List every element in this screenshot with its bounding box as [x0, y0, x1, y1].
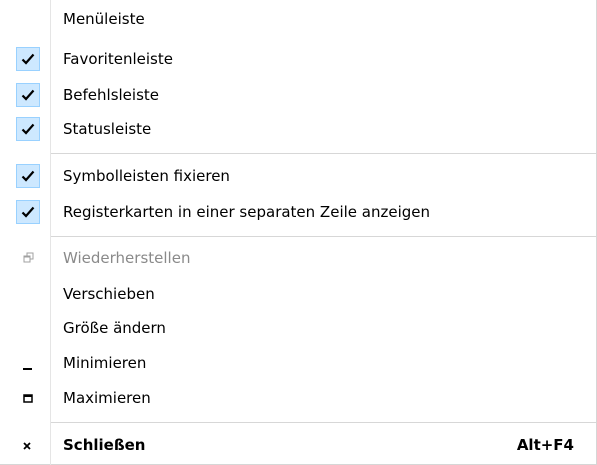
- menu-item-menueleiste[interactable]: Menüleiste: [0, 2, 596, 36]
- menu-item-label: Minimieren: [63, 354, 147, 372]
- menu-item-verschieben[interactable]: Verschieben: [0, 277, 596, 311]
- menu-item-wiederherstellen: Wiederherstellen: [0, 241, 596, 275]
- context-menu: Menüleiste Favoritenleiste Befehlsleiste…: [0, 0, 597, 465]
- menu-item-groesse-aendern[interactable]: Größe ändern: [0, 311, 596, 345]
- maximize-icon: [16, 386, 40, 410]
- menu-item-registerkarten-separate-zeile[interactable]: Registerkarten in einer separaten Zeile …: [0, 195, 596, 229]
- menu-separator: [51, 422, 596, 423]
- menu-item-statusleiste[interactable]: Statusleiste: [0, 112, 596, 146]
- menu-item-label: Statusleiste: [63, 120, 152, 138]
- checkmark-icon: [16, 117, 40, 141]
- close-icon: [16, 433, 40, 457]
- menu-item-label: Menüleiste: [63, 10, 145, 28]
- checkmark-icon: [16, 200, 40, 224]
- checkmark-icon: [16, 164, 40, 188]
- menu-item-label: Wiederherstellen: [63, 249, 191, 267]
- menu-item-label: Favoritenleiste: [63, 50, 173, 68]
- menu-item-label: Registerkarten in einer separaten Zeile …: [63, 203, 430, 221]
- menu-item-schliessen[interactable]: Schließen Alt+F4: [0, 428, 596, 462]
- menu-item-label: Befehlsleiste: [63, 86, 160, 104]
- menu-item-symbolleisten-fixieren[interactable]: Symbolleisten fixieren: [0, 159, 596, 193]
- menu-item-label: Verschieben: [63, 285, 155, 303]
- checkmark-icon: [16, 47, 40, 71]
- menu-item-label: Symbolleisten fixieren: [63, 167, 230, 185]
- menu-item-favoritenleiste[interactable]: Favoritenleiste: [0, 42, 596, 76]
- shortcut-label: Alt+F4: [516, 436, 574, 454]
- menu-item-label: Maximieren: [63, 389, 151, 407]
- restore-icon: [16, 246, 40, 270]
- menu-separator: [51, 153, 596, 154]
- menu-separator: [51, 236, 596, 237]
- menu-item-befehlsleiste[interactable]: Befehlsleiste: [0, 78, 596, 112]
- menu-item-minimieren[interactable]: Minimieren: [0, 346, 596, 380]
- checkmark-icon: [16, 83, 40, 107]
- menu-item-label: Schließen: [63, 436, 146, 454]
- menu-item-label: Größe ändern: [63, 319, 166, 337]
- menu-item-maximieren[interactable]: Maximieren: [0, 381, 596, 415]
- minimize-icon: [16, 351, 40, 375]
